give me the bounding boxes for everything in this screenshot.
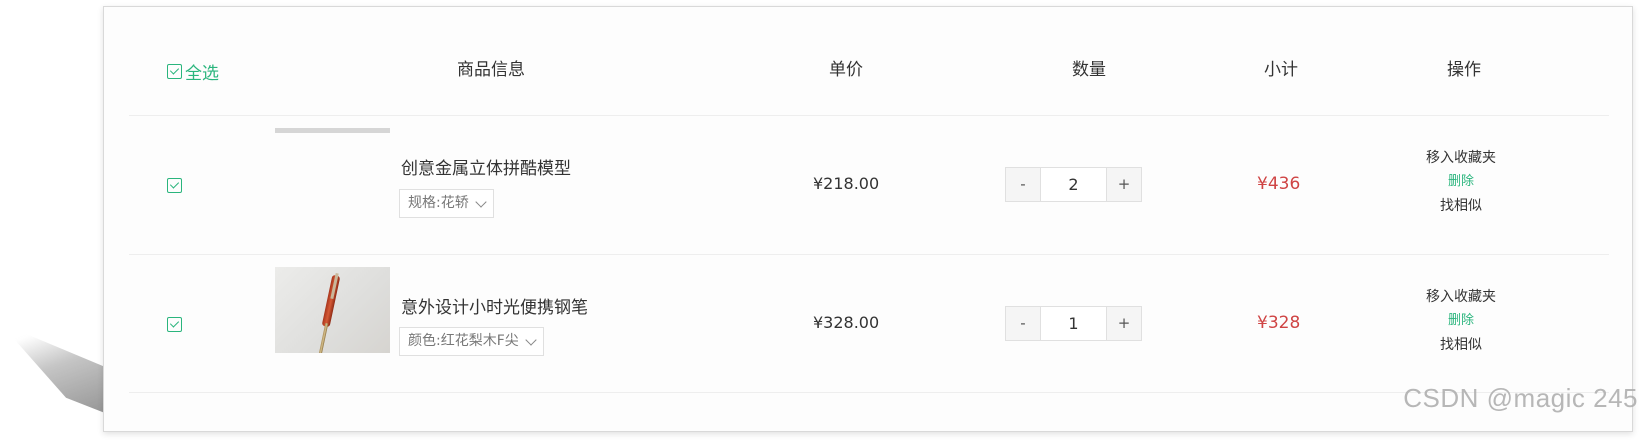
product-thumbnail[interactable] xyxy=(275,267,390,353)
column-header-quantity: 数量 xyxy=(1072,60,1106,80)
move-to-favorites-link[interactable]: 移入收藏夹 xyxy=(1421,285,1501,309)
chevron-down-icon xyxy=(475,195,487,208)
delete-link[interactable]: 删除 xyxy=(1421,309,1501,333)
item-checkbox-icon[interactable] xyxy=(167,178,182,193)
checkbox-checked-icon[interactable] xyxy=(167,64,182,79)
page: 全选 商品信息 单价 数量 小计 操作 创意金属立体拼酷模型 规格:花轿 ¥21… xyxy=(0,0,1640,442)
find-similar-link[interactable]: 找相似 xyxy=(1421,194,1501,218)
item-operations: 移入收藏夹 删除 找相似 xyxy=(1421,285,1501,357)
item-checkbox-icon[interactable] xyxy=(167,317,182,332)
spec-selector[interactable]: 规格:花轿 xyxy=(399,189,494,218)
unit-price: ¥328.00 xyxy=(813,313,880,332)
spec-label: 颜色:红花梨木F尖 xyxy=(408,333,519,349)
item-operations: 移入收藏夹 删除 找相似 xyxy=(1421,146,1501,218)
product-name[interactable]: 创意金属立体拼酷模型 xyxy=(401,154,571,179)
quantity-stepper: - + xyxy=(1005,306,1142,341)
watermark: CSDN @magic 245 xyxy=(1403,383,1638,413)
quantity-input[interactable] xyxy=(1041,307,1106,340)
product-thumbnail-loading[interactable] xyxy=(275,128,390,133)
cart-header: 全选 商品信息 单价 数量 小计 操作 xyxy=(129,7,1609,116)
find-similar-link[interactable]: 找相似 xyxy=(1421,333,1501,357)
decrease-quantity-button[interactable]: - xyxy=(1006,307,1041,340)
cart-table: 全选 商品信息 单价 数量 小计 操作 创意金属立体拼酷模型 规格:花轿 ¥21… xyxy=(103,6,1633,432)
spec-selector[interactable]: 颜色:红花梨木F尖 xyxy=(399,327,544,356)
pen-image xyxy=(321,274,341,328)
pen-tip-shape xyxy=(318,323,329,353)
column-header-subtotal: 小计 xyxy=(1264,60,1298,80)
delete-link[interactable]: 删除 xyxy=(1421,170,1501,194)
cart-item-row: 创意金属立体拼酷模型 规格:花轿 ¥218.00 - + ¥436 移入收藏夹 … xyxy=(129,116,1609,255)
cart-item-row: 意外设计小时光便携钢笔 颜色:红花梨木F尖 ¥328.00 - + ¥328 移… xyxy=(129,255,1609,393)
quantity-stepper: - + xyxy=(1005,167,1142,202)
select-all-toggle[interactable]: 全选 xyxy=(167,59,219,84)
spec-label: 规格:花轿 xyxy=(408,195,469,211)
unit-price: ¥218.00 xyxy=(813,174,880,193)
column-header-operations: 操作 xyxy=(1447,60,1481,80)
select-all-label: 全选 xyxy=(185,64,219,84)
column-header-product-info: 商品信息 xyxy=(457,60,525,80)
product-name[interactable]: 意外设计小时光便携钢笔 xyxy=(401,293,588,318)
increase-quantity-button[interactable]: + xyxy=(1106,307,1141,340)
increase-quantity-button[interactable]: + xyxy=(1106,168,1141,201)
quantity-input[interactable] xyxy=(1041,168,1106,201)
move-to-favorites-link[interactable]: 移入收藏夹 xyxy=(1421,146,1501,170)
item-subtotal: ¥436 xyxy=(1257,174,1301,194)
decorative-shadow xyxy=(0,323,110,415)
chevron-down-icon xyxy=(525,333,537,346)
column-header-unit-price: 单价 xyxy=(829,60,863,80)
decrease-quantity-button[interactable]: - xyxy=(1006,168,1041,201)
item-subtotal: ¥328 xyxy=(1257,313,1301,333)
